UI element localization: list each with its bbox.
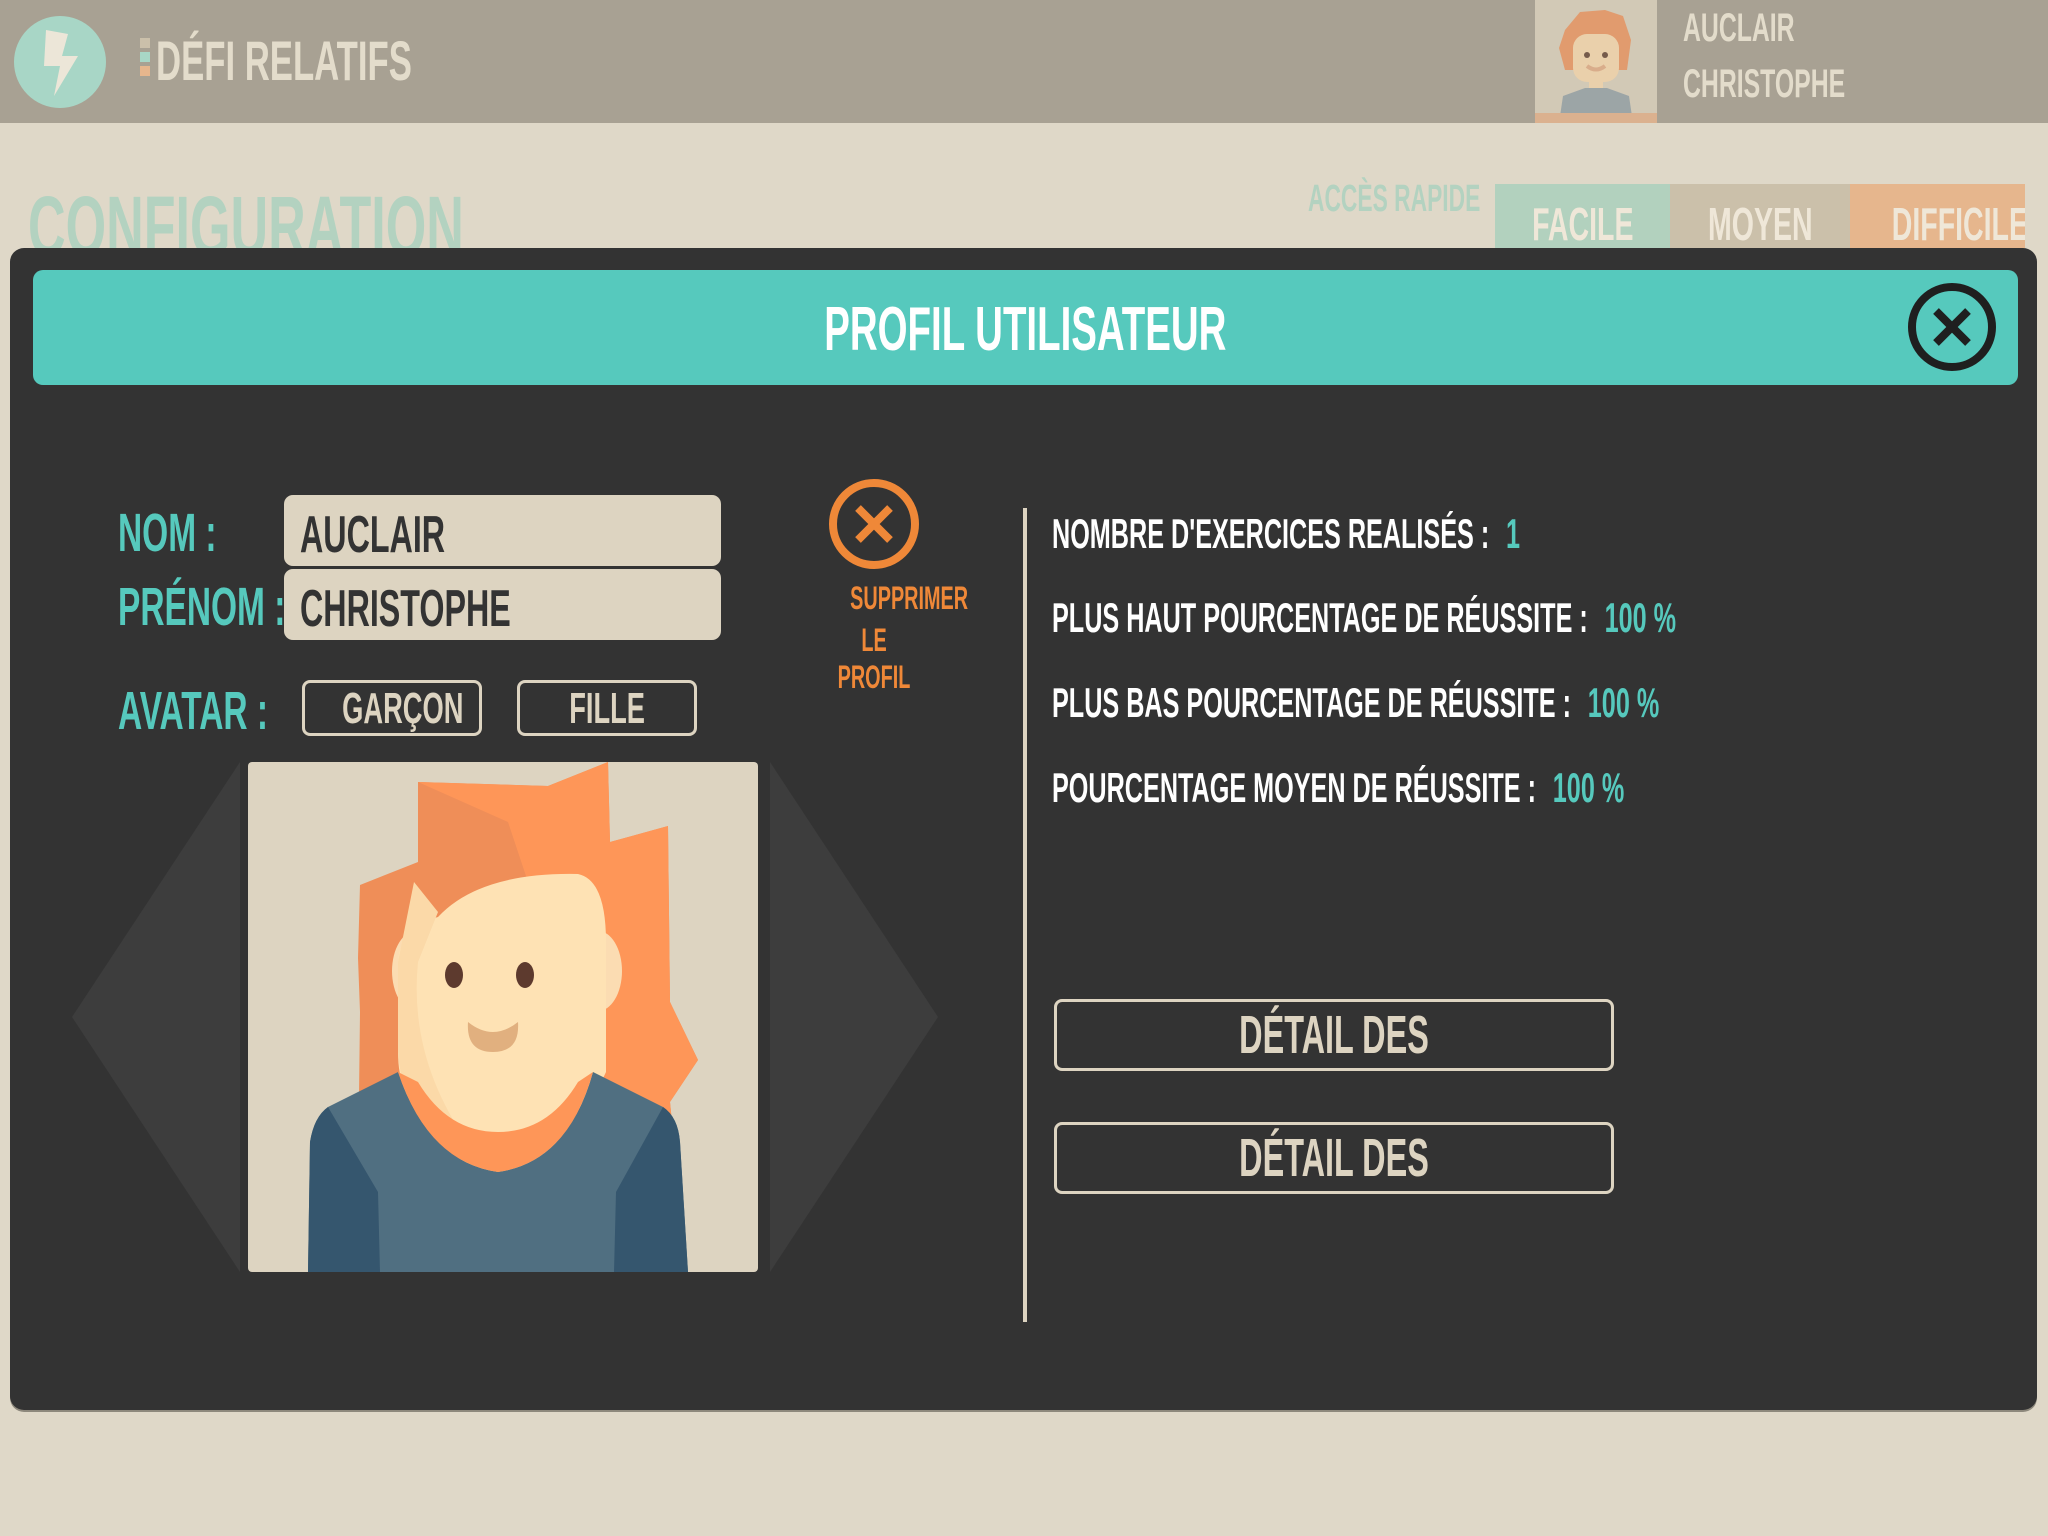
prenom-field[interactable]: CHRISTOPHE	[284, 569, 721, 640]
current-user-last-name: AUCLAIR	[1683, 6, 1795, 50]
stat-label: PLUS BAS POURCENTAGE DE RÉUSSITE :	[1052, 679, 1571, 726]
stat-value: 100 %	[1604, 594, 1677, 641]
quick-access-label: ACCÈS RAPIDE	[1308, 178, 1481, 220]
vertical-divider	[1023, 508, 1027, 1322]
avatar-girl-label: FILLE	[569, 684, 645, 733]
quick-tab-moyen[interactable]: MOYEN	[1670, 184, 1850, 248]
quick-tab-label: DIFFICILE	[1891, 198, 2025, 248]
delete-profile-button[interactable]: SUPPRIMER LE PROFIL	[814, 476, 968, 695]
modal-title: PROFIL UTILISATEUR	[33, 294, 2018, 365]
delete-circle-icon	[829, 479, 919, 569]
stat-label: NOMBRE D'EXERCICES REALISÉS :	[1052, 510, 1490, 557]
close-button[interactable]	[1906, 281, 1998, 373]
quick-tab-facile[interactable]: FACILE	[1495, 184, 1670, 248]
stat-exercise-count: NOMBRE D'EXERCICES REALISÉS : 1	[1052, 510, 1520, 558]
avatar-prev-button[interactable]	[72, 762, 242, 1277]
current-user-first-name: CHRISTOPHE	[1683, 62, 1846, 106]
delete-label-line2: LE PROFIL	[814, 622, 934, 696]
stat-lowest-success: PLUS BAS POURCENTAGE DE RÉUSSITE : 100 %	[1052, 679, 1659, 727]
stat-value: 100 %	[1587, 679, 1660, 726]
prenom-value: CHRISTOPHE	[300, 580, 511, 638]
chevron-left-icon	[72, 762, 240, 1272]
avatar-girl-button[interactable]: FILLE	[517, 680, 697, 736]
stat-value: 100 %	[1552, 764, 1625, 811]
app-logo[interactable]	[14, 16, 106, 108]
modal-header: PROFIL UTILISATEUR	[33, 270, 2018, 385]
quick-tab-label: MOYEN	[1707, 198, 1813, 248]
app-title: DÉFI RELATIFS	[156, 29, 412, 92]
prenom-label: PRÉNOM :	[118, 577, 286, 637]
delete-label-text: LE PROFIL	[837, 622, 911, 695]
page-title: CONFIGURATION	[28, 184, 464, 248]
modal-title-text: PROFIL UTILISATEUR	[824, 295, 1227, 364]
profile-modal: PROFIL UTILISATEUR NOM : AUCLAIR PRÉNOM …	[10, 248, 2037, 1410]
delete-label-text: SUPPRIMER	[850, 580, 969, 616]
avatar-bar	[1535, 113, 1657, 123]
chevron-right-icon	[770, 762, 938, 1272]
stat-label: PLUS HAUT POURCENTAGE DE RÉUSSITE :	[1052, 594, 1588, 641]
nom-label: NOM :	[118, 503, 217, 563]
title-stripe	[140, 52, 150, 62]
title-stripe	[140, 38, 150, 48]
nom-value: AUCLAIR	[300, 506, 446, 564]
title-stripe	[140, 66, 150, 76]
boy-avatar-icon	[1559, 10, 1633, 123]
avatar-preview	[248, 762, 758, 1272]
stat-average-success: POURCENTAGE MOYEN DE RÉUSSITE : 100 %	[1052, 764, 1624, 812]
boy-avatar-icon	[308, 762, 698, 1272]
lightning-bolt-icon	[44, 30, 78, 96]
avatar-label: AVATAR :	[118, 681, 269, 741]
quick-tab-label: FACILE	[1531, 198, 1634, 248]
stat-label: POURCENTAGE MOYEN DE RÉUSSITE :	[1052, 764, 1536, 811]
avatar-boy-button[interactable]: GARÇON	[302, 680, 482, 736]
current-user-avatar[interactable]	[1535, 0, 1657, 123]
stat-highest-success: PLUS HAUT POURCENTAGE DE RÉUSSITE : 100 %	[1052, 594, 1676, 642]
quick-tab-difficile[interactable]: DIFFICILE	[1850, 184, 2025, 248]
detail-table-button[interactable]: DÉTAIL DES EXERCICES (TABLEAU)	[1054, 999, 1614, 1071]
top-bar: DÉFI RELATIFS AUCLAIR CHRISTOPHE	[0, 0, 2048, 123]
close-circle-icon	[1908, 283, 1996, 371]
nom-field[interactable]: AUCLAIR	[284, 495, 721, 566]
avatar-boy-label: GARÇON	[342, 684, 464, 733]
detail-chart-button[interactable]: DÉTAIL DES EXERCICES (GRAPHIQUE)	[1054, 1122, 1614, 1194]
detail-table-label: DÉTAIL DES EXERCICES (TABLEAU)	[1239, 1005, 1429, 1065]
avatar-next-button[interactable]	[768, 762, 938, 1277]
detail-chart-label: DÉTAIL DES EXERCICES (GRAPHIQUE)	[1239, 1128, 1429, 1188]
stat-value: 1	[1506, 510, 1521, 557]
delete-label-line1: SUPPRIMER	[814, 580, 968, 617]
